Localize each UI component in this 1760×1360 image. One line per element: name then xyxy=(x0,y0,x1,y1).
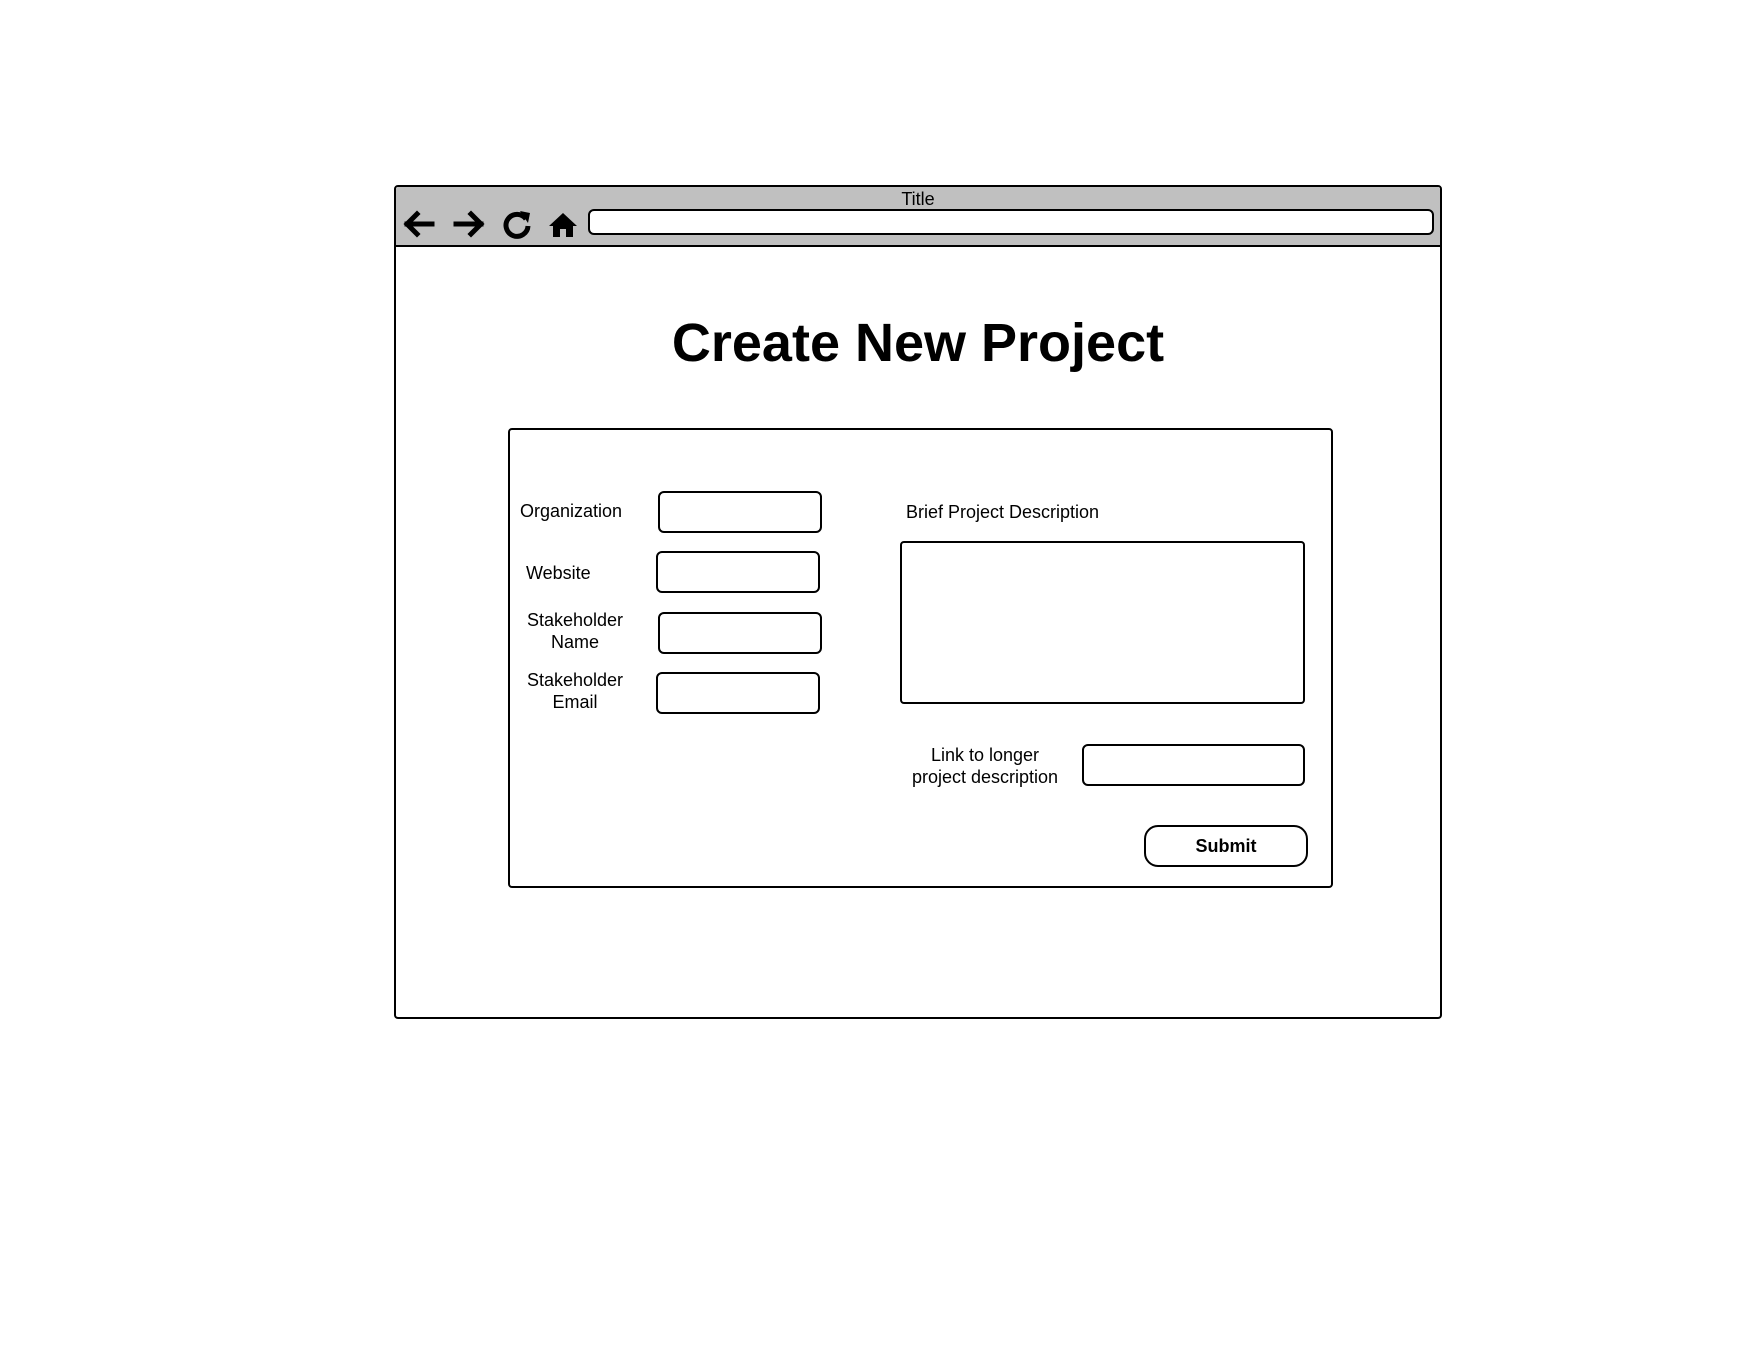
website-label: Website xyxy=(526,563,591,583)
reload-icon[interactable] xyxy=(500,207,534,241)
long-description-link-input[interactable] xyxy=(1082,744,1305,786)
submit-button[interactable]: Submit xyxy=(1144,825,1308,867)
browser-window: Title Create New Project Organization We… xyxy=(394,185,1442,1019)
organization-label: Organization xyxy=(520,501,623,521)
address-bar-input[interactable] xyxy=(588,209,1434,235)
organization-input[interactable] xyxy=(658,491,822,533)
long-description-link-label: Link to longer project description xyxy=(911,745,1059,787)
website-input[interactable] xyxy=(656,551,820,593)
page-title: Create New Project xyxy=(671,313,1165,373)
create-project-form: Organization Website Stakeholder Name St… xyxy=(508,428,1333,888)
stakeholder-email-label: Stakeholder Email xyxy=(526,670,624,712)
stakeholder-name-label: Stakeholder Name xyxy=(526,610,624,652)
forward-arrow-icon[interactable] xyxy=(452,207,486,241)
stakeholder-email-input[interactable] xyxy=(656,672,820,714)
stakeholder-name-input[interactable] xyxy=(658,612,822,654)
browser-toolbar: Title xyxy=(396,187,1440,247)
home-icon[interactable] xyxy=(546,207,580,241)
brief-description-textarea[interactable] xyxy=(900,541,1305,704)
brief-description-label: Brief Project Description xyxy=(906,502,1100,522)
back-arrow-icon[interactable] xyxy=(402,207,436,241)
